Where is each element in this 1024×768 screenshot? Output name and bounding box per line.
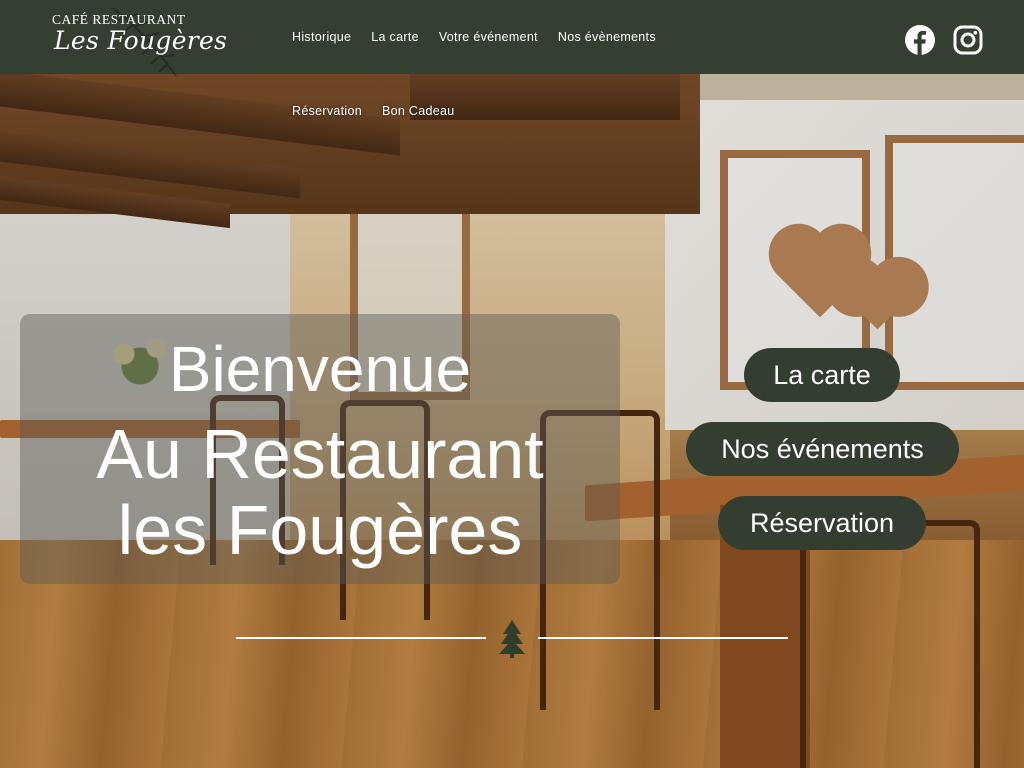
main-nav-row-2: Réservation Bon Cadeau	[292, 104, 455, 118]
welcome-title-line1: Au Restaurant	[96, 415, 544, 493]
welcome-panel: Bienvenue Au Restaurant les Fougères	[20, 314, 620, 584]
welcome-title-line2: les Fougères	[117, 491, 523, 569]
logo-line-script: Les Fougères	[54, 26, 228, 55]
nav-item-la-carte[interactable]: La carte	[371, 30, 419, 44]
fir-tree-icon	[499, 620, 525, 658]
logo[interactable]: CAFÉ RESTAURANT Les Fougères	[52, 7, 227, 77]
nav-item-nos-evenements[interactable]: Nos évènements	[558, 30, 656, 44]
welcome-greeting: Bienvenue	[168, 333, 472, 405]
nav-item-bon-cadeau[interactable]: Bon Cadeau	[382, 104, 455, 118]
divider-line-left	[236, 637, 486, 639]
reservation-button[interactable]: Réservation	[718, 496, 926, 550]
nav-item-historique[interactable]: Historique	[292, 30, 351, 44]
header: CAFÉ RESTAURANT Les Fougères Historique …	[0, 0, 1024, 77]
instagram-icon[interactable]	[953, 25, 983, 55]
nos-evenements-button[interactable]: Nos événements	[686, 422, 959, 476]
nav-item-votre-evenement[interactable]: Votre événement	[439, 30, 538, 44]
welcome-title: Au Restaurant les Fougères	[0, 416, 640, 568]
la-carte-button[interactable]: La carte	[744, 348, 900, 402]
nav-item-reservation[interactable]: Réservation	[292, 104, 362, 118]
main-nav: Historique La carte Votre événement Nos …	[292, 30, 656, 44]
facebook-icon[interactable]	[905, 25, 935, 55]
divider-line-right	[538, 637, 788, 639]
